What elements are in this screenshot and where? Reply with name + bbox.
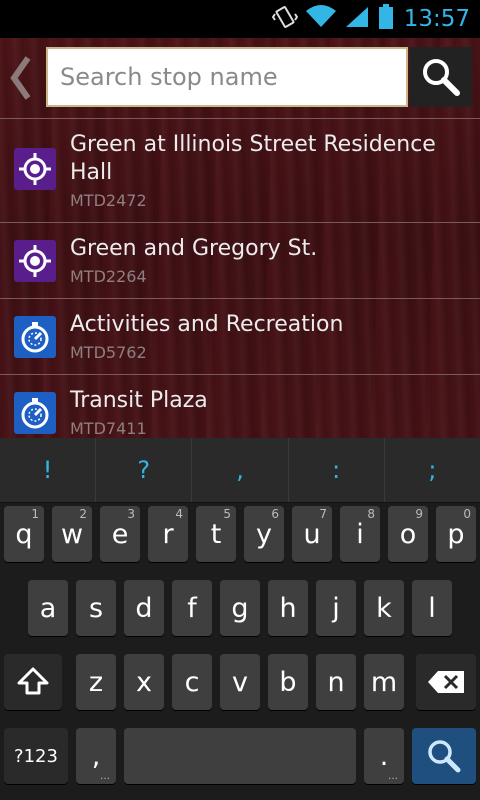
key-t[interactable]: 5t <box>196 506 236 562</box>
search-input[interactable] <box>46 47 408 107</box>
backspace-icon <box>428 671 464 693</box>
suggestion-item[interactable]: ! <box>0 438 97 502</box>
back-button[interactable] <box>8 56 34 100</box>
key-z[interactable]: z <box>76 654 116 710</box>
key-n[interactable]: n <box>316 654 356 710</box>
suggestion-item[interactable]: , <box>192 438 289 502</box>
clock: 13:57 <box>403 6 470 32</box>
search-button[interactable] <box>410 47 472 107</box>
suggestion-item[interactable]: ? <box>96 438 193 502</box>
search-bar <box>0 38 480 118</box>
key-f[interactable]: f <box>172 580 212 636</box>
key-a[interactable]: a <box>28 580 68 636</box>
list-item[interactable]: Green at Illinois Street Residence Hall … <box>0 118 480 222</box>
key-v[interactable]: v <box>220 654 260 710</box>
key-u[interactable]: 7u <box>292 506 332 562</box>
wifi-icon <box>305 5 336 33</box>
keyboard-search-key[interactable] <box>412 728 476 784</box>
stop-code: MTD7411 <box>70 419 147 438</box>
stopwatch-icon <box>14 316 56 358</box>
keyboard: ! ? , : ; 1q 2w 3e 4r 5t 6y 7u 8i 9o 0p … <box>0 438 480 800</box>
vibrate-icon <box>271 4 298 34</box>
stop-name: Transit Plaza <box>70 388 208 413</box>
app-content: Green at Illinois Street Residence Hall … <box>0 38 480 438</box>
stop-name: Activities and Recreation <box>70 312 344 337</box>
key-w[interactable]: 2w <box>52 506 92 562</box>
stop-code: MTD2472 <box>70 191 147 210</box>
stopwatch-icon <box>14 392 56 434</box>
key-i[interactable]: 8i <box>340 506 380 562</box>
stop-name: Green and Gregory St. <box>70 236 318 261</box>
key-e[interactable]: 3e <box>100 506 140 562</box>
comma-key[interactable]: ,… <box>76 728 116 784</box>
list-item[interactable]: Activities and Recreation MTD5762 <box>0 298 480 374</box>
key-x[interactable]: x <box>124 654 164 710</box>
stop-name: Green at Illinois Street Residence Hall <box>70 132 436 185</box>
suggestion-item[interactable]: ; <box>385 438 480 502</box>
shift-icon <box>17 667 49 695</box>
key-q[interactable]: 1q <box>4 506 44 562</box>
battery-icon <box>378 4 394 34</box>
key-m[interactable]: m <box>364 654 404 710</box>
shift-key[interactable] <box>4 654 62 710</box>
magnifier-icon <box>423 59 460 96</box>
target-icon <box>14 240 56 282</box>
stop-list: Green at Illinois Street Residence Hall … <box>0 118 480 438</box>
magnifier-icon <box>428 740 461 773</box>
key-s[interactable]: s <box>76 580 116 636</box>
target-icon <box>14 148 56 190</box>
stop-code: MTD5762 <box>70 343 147 362</box>
key-l[interactable]: l <box>412 580 452 636</box>
key-g[interactable]: g <box>220 580 260 636</box>
key-k[interactable]: k <box>364 580 404 636</box>
stop-code: MTD2264 <box>70 267 147 286</box>
symbols-key[interactable]: ?123 <box>4 728 68 784</box>
list-item[interactable]: Transit Plaza MTD7411 <box>0 374 480 438</box>
chevron-left-icon <box>10 56 31 100</box>
key-j[interactable]: j <box>316 580 356 636</box>
key-p[interactable]: 0p <box>436 506 476 562</box>
key-c[interactable]: c <box>172 654 212 710</box>
period-key[interactable]: .… <box>364 728 404 784</box>
key-h[interactable]: h <box>268 580 308 636</box>
backspace-key[interactable] <box>416 654 476 710</box>
list-item[interactable]: Green and Gregory St. MTD2264 <box>0 222 480 298</box>
key-o[interactable]: 9o <box>388 506 428 562</box>
key-b[interactable]: b <box>268 654 308 710</box>
signal-icon <box>344 5 370 33</box>
suggestion-item[interactable]: : <box>289 438 385 502</box>
key-y[interactable]: 6y <box>244 506 284 562</box>
space-key[interactable] <box>124 728 356 784</box>
key-d[interactable]: d <box>124 580 164 636</box>
suggestion-strip: ! ? , : ; <box>0 438 480 503</box>
key-r[interactable]: 4r <box>148 506 188 562</box>
status-bar: 13:57 <box>0 0 480 38</box>
